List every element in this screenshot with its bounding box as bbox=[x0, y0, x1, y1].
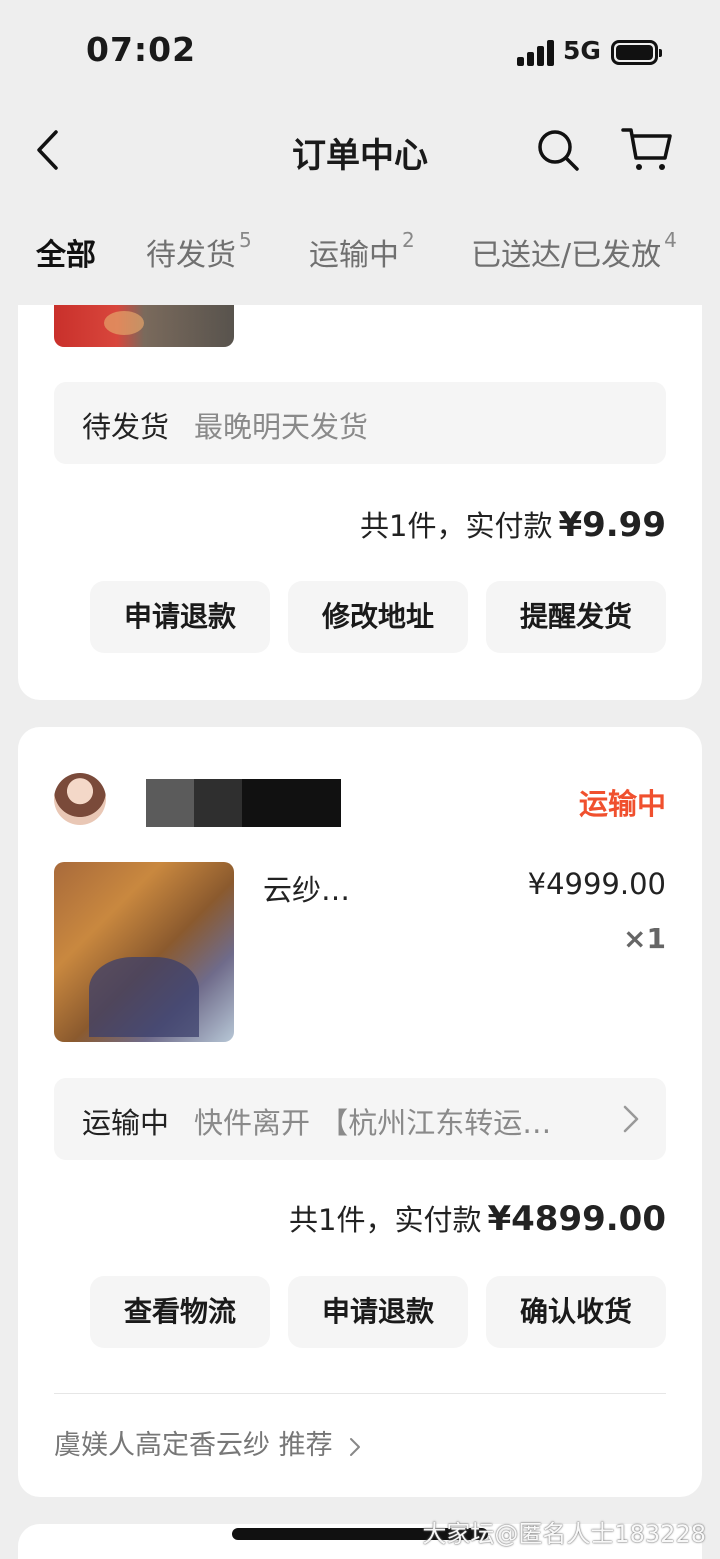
product-quantity: ×1 bbox=[623, 922, 666, 955]
order-total: 共1件，实付款 ¥9.99 bbox=[360, 505, 666, 545]
product-image[interactable] bbox=[54, 862, 234, 1042]
order-total: 共1件，实付款 ¥4899.00 bbox=[289, 1199, 666, 1239]
order-card: 运输中 云纱… ¥4999.00 ×1 运输中 快件离开 【杭州江东转运… 共1… bbox=[18, 727, 702, 1497]
order-tabs: 全部 待发货 5 运输中 2 已送达/已发放 4 bbox=[0, 200, 720, 300]
total-amount: ¥9.99 bbox=[558, 505, 666, 545]
tab-all[interactable]: 全部 bbox=[36, 230, 96, 274]
network-type: 5G bbox=[563, 36, 601, 65]
status-label: 运输中 bbox=[82, 1106, 170, 1140]
tab-delivered[interactable]: 已送达/已发放 4 bbox=[471, 228, 677, 274]
shop-avatar[interactable] bbox=[54, 773, 106, 825]
search-icon[interactable] bbox=[536, 128, 580, 172]
tab-count: 4 bbox=[664, 228, 677, 252]
status-label: 待发货 bbox=[82, 410, 170, 444]
remind-shipment-button[interactable]: 提醒发货 bbox=[486, 581, 666, 653]
product-image[interactable] bbox=[54, 305, 234, 347]
order-status: 运输中 bbox=[578, 787, 666, 821]
battery-icon bbox=[611, 40, 662, 65]
status-detail: 快件离开 【杭州江东转运… bbox=[194, 1106, 552, 1140]
chevron-right-icon bbox=[350, 1437, 361, 1456]
cart-icon[interactable] bbox=[621, 126, 673, 172]
tab-count: 5 bbox=[239, 228, 252, 252]
tab-count: 2 bbox=[402, 228, 415, 252]
edit-address-button[interactable]: 修改地址 bbox=[288, 581, 468, 653]
header: 订单中心 bbox=[0, 100, 720, 200]
order-status-box: 待发货 最晚明天发货 bbox=[54, 382, 666, 464]
product-title[interactable]: 云纱… bbox=[263, 867, 483, 909]
chevron-right-icon bbox=[623, 1105, 639, 1133]
divider bbox=[54, 1393, 666, 1394]
product-price: ¥4999.00 bbox=[527, 867, 666, 901]
page-title: 订单中心 bbox=[292, 136, 428, 176]
total-amount: ¥4899.00 bbox=[487, 1199, 666, 1239]
status-detail: 最晚明天发货 bbox=[194, 410, 369, 444]
refund-button[interactable]: 申请退款 bbox=[288, 1276, 468, 1348]
watermark: 大家坛@匿名人士183228 bbox=[422, 1520, 706, 1548]
confirm-receipt-button[interactable]: 确认收货 bbox=[486, 1276, 666, 1348]
shop-recommend-link[interactable]: 虞媄人高定香云纱 推荐 bbox=[54, 1423, 361, 1462]
signal-icon bbox=[517, 40, 555, 66]
shop-name-redacted[interactable] bbox=[146, 779, 341, 827]
logistics-status-box[interactable]: 运输中 快件离开 【杭州江东转运… bbox=[54, 1078, 666, 1160]
refund-button[interactable]: 申请退款 bbox=[90, 581, 270, 653]
status-bar: 07:02 5G bbox=[0, 0, 720, 100]
order-card: 待发货 最晚明天发货 共1件，实付款 ¥9.99 申请退款 修改地址 提醒发货 bbox=[18, 305, 702, 700]
tab-pending-shipment[interactable]: 待发货 5 bbox=[146, 228, 252, 274]
tab-in-transit[interactable]: 运输中 2 bbox=[309, 228, 415, 274]
status-time: 07:02 bbox=[86, 30, 197, 69]
view-logistics-button[interactable]: 查看物流 bbox=[90, 1276, 270, 1348]
